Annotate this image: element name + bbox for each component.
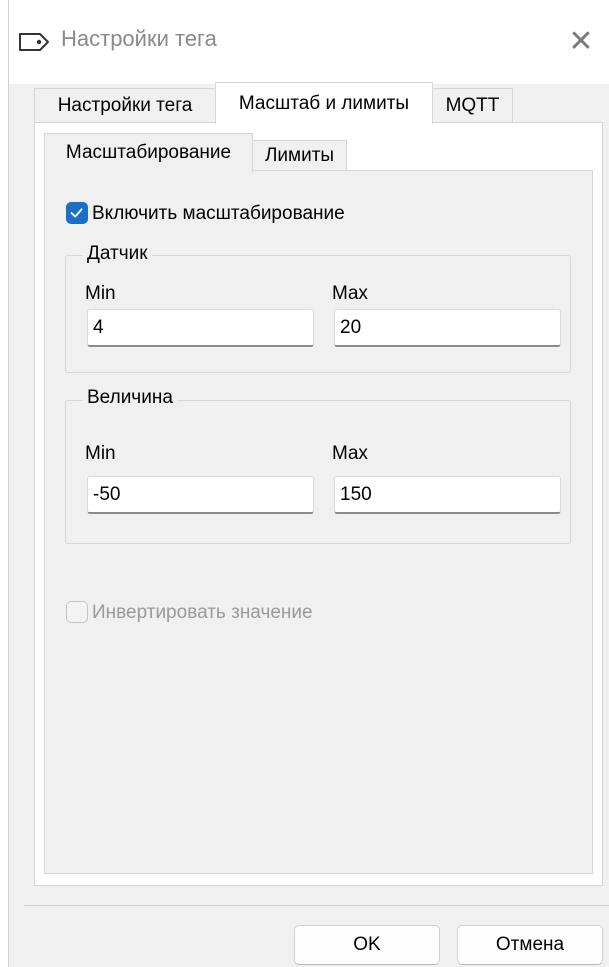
ok-button-label: OK [353,934,381,955]
invert-value-checkbox[interactable] [66,601,88,623]
tab-label: Масштаб и лимиты [238,92,410,114]
title-bar[interactable]: Настройки тега ✕ [9,0,609,84]
tab-limits[interactable]: Лимиты [252,140,347,170]
quantity-max-label: Max [332,443,368,464]
checkmark-icon [70,208,83,218]
tab-scaling[interactable]: Масштабирование [44,133,253,172]
enable-scaling-checkbox[interactable] [66,202,88,224]
close-button[interactable]: ✕ [552,14,609,68]
tab-scale-limits[interactable]: Масштаб и лимиты [215,82,433,124]
invert-value-label[interactable]: Инвертировать значение [92,602,313,624]
cancel-button-label: Отмена [495,934,565,955]
tab-label: Масштабирование [65,142,232,163]
quantity-min-value: -50 [93,483,121,505]
sensor-max-input[interactable]: 20 [334,309,561,347]
quantity-max-input[interactable]: 150 [334,476,561,514]
cancel-button[interactable]: Отмена [457,925,603,965]
quantity-legend: Величина [83,387,177,409]
tag-settings-dialog: Настройки тега ✕ Настройки тега Масштаб … [8,0,609,967]
tab-label: Настройки тега [57,94,193,116]
close-icon: ✕ [568,24,594,58]
tab-label: Лимиты [264,144,335,166]
sensor-min-label: Min [85,283,116,304]
tab-tag-settings[interactable]: Настройки тега [34,88,216,122]
tab-label: MQTT [445,94,500,116]
scaling-panel: Включить масштабирование Датчик Min Max … [44,170,593,874]
ok-button[interactable]: OK [294,925,440,965]
window-title: Настройки тега [61,26,217,51]
tag-icon [19,33,49,51]
footer-divider [24,905,609,906]
quantity-max-value: 150 [340,483,372,505]
quantity-min-input[interactable]: -50 [87,476,314,514]
quantity-min-label: Min [85,443,116,464]
quantity-groupbox [65,400,571,544]
sensor-min-input[interactable]: 4 [87,309,314,347]
sensor-legend: Датчик [83,243,152,265]
sensor-min-value: 4 [93,316,104,338]
sensor-max-value: 20 [340,316,362,338]
sensor-max-label: Max [332,283,368,304]
enable-scaling-label[interactable]: Включить масштабирование [92,203,345,225]
tab-mqtt[interactable]: MQTT [432,88,513,122]
